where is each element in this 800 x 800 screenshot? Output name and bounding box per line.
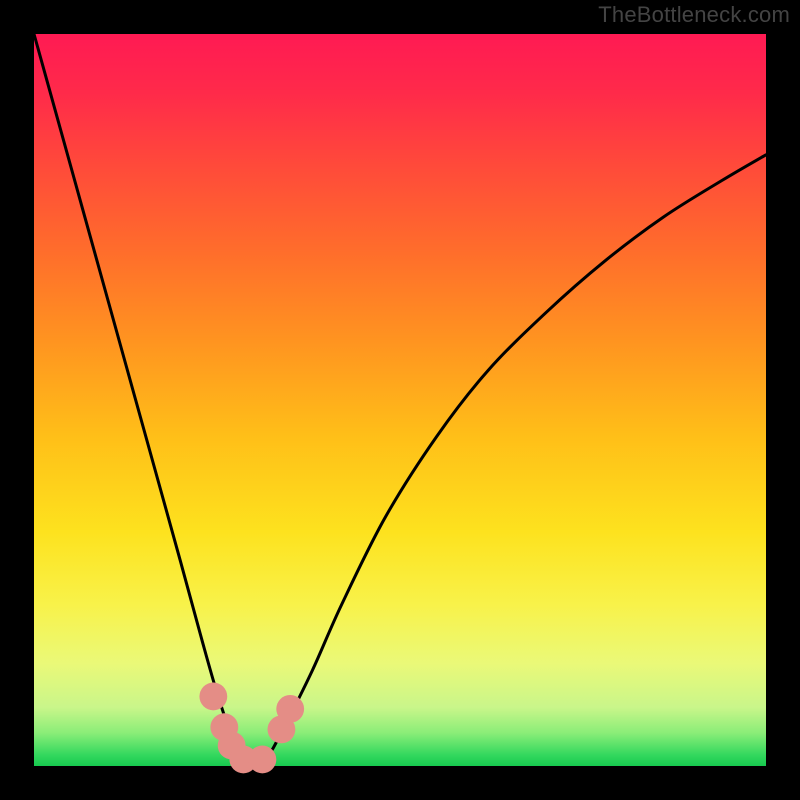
curve-marker — [248, 746, 276, 774]
plot-background — [34, 34, 766, 766]
curve-marker — [276, 695, 304, 723]
curve-marker — [199, 683, 227, 711]
watermark-text: TheBottleneck.com — [598, 2, 790, 28]
chart-svg — [0, 0, 800, 800]
chart-canvas: TheBottleneck.com — [0, 0, 800, 800]
